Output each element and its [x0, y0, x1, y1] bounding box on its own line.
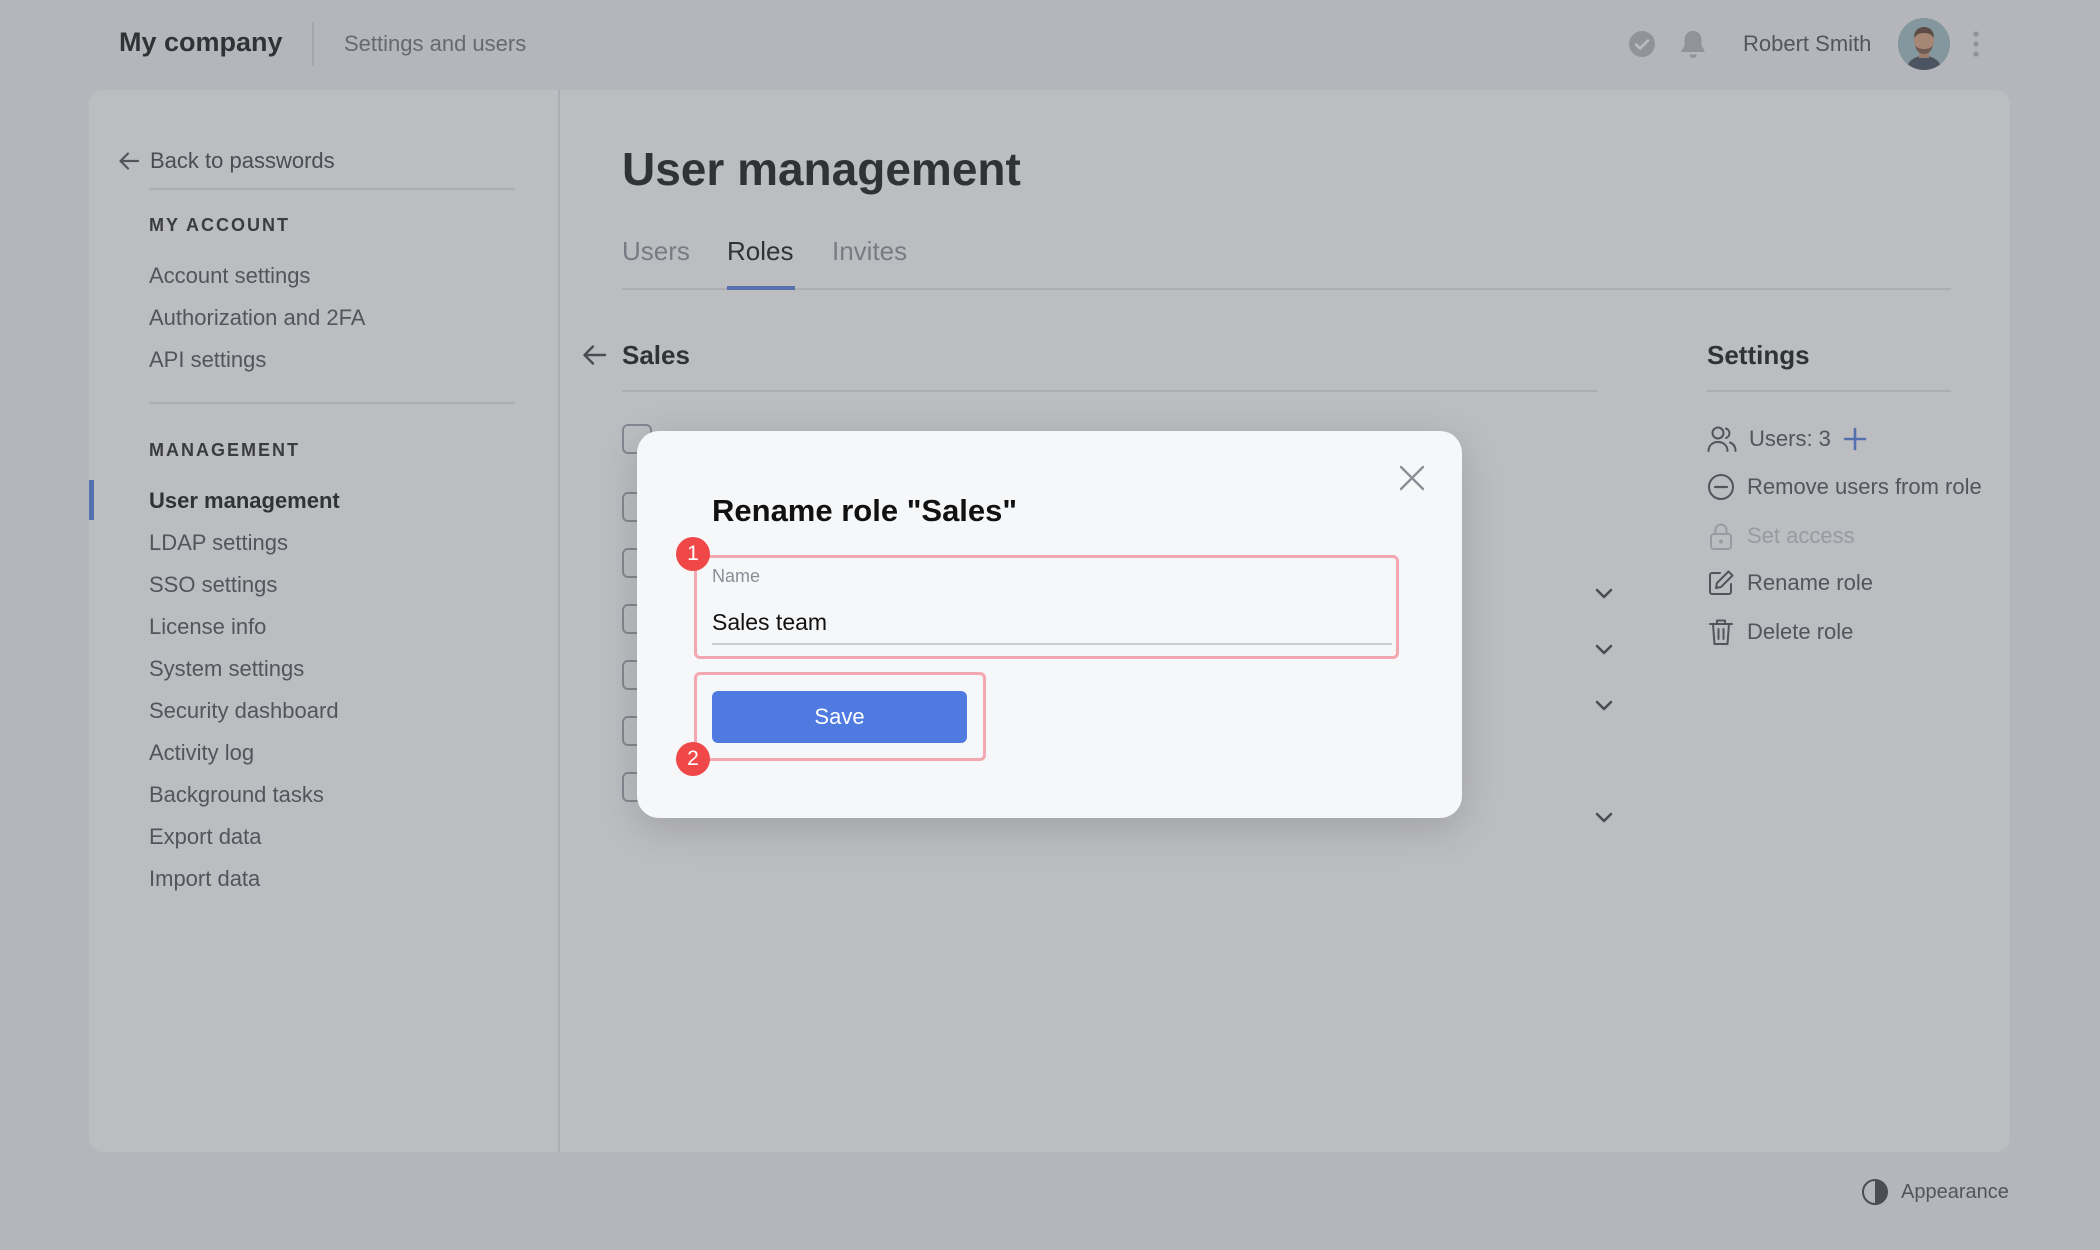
- save-button[interactable]: Save: [712, 691, 967, 743]
- step-badge-1: 1: [676, 537, 710, 571]
- name-field-label: Name: [712, 566, 761, 586]
- dialog-title: Rename role "Sales": [712, 493, 1018, 528]
- step-badge-2: 2: [676, 742, 710, 776]
- close-icon[interactable]: [1397, 463, 1427, 493]
- rename-role-dialog: Rename role "Sales" Name Save 1 2: [637, 431, 1462, 818]
- role-name-input[interactable]: [712, 601, 1392, 645]
